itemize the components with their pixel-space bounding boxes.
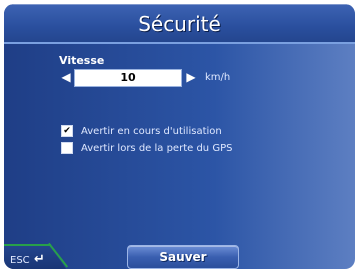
warn-gps-loss-label: Avertir lors de la perte du GPS: [81, 142, 233, 154]
esc-label[interactable]: ESC: [10, 255, 30, 266]
screen: Sécurité Vitesse ◀ 10 ▶ km/h ✔ Avertir e…: [4, 4, 355, 269]
return-arrow-icon[interactable]: ↵: [34, 252, 45, 267]
speed-input[interactable]: 10: [74, 69, 182, 87]
increase-speed-button[interactable]: ▶: [184, 70, 198, 84]
title-bar: Sécurité: [4, 4, 355, 44]
esc-border-top: [4, 244, 51, 246]
warn-gps-loss-option[interactable]: Avertir lors de la perte du GPS: [61, 141, 232, 155]
speed-unit: km/h: [205, 72, 231, 83]
warn-gps-loss-checkbox[interactable]: [61, 142, 73, 154]
warn-in-use-checkbox[interactable]: ✔: [61, 125, 73, 137]
page-title: Sécurité: [138, 12, 221, 36]
left-arrow-icon: ◀: [61, 70, 71, 84]
decrease-speed-button[interactable]: ◀: [59, 70, 73, 84]
right-arrow-icon: ▶: [186, 70, 196, 84]
warn-in-use-label: Avertir en cours d'utilisation: [81, 125, 222, 137]
warn-in-use-option[interactable]: ✔ Avertir en cours d'utilisation: [61, 124, 222, 138]
speed-label: Vitesse: [59, 54, 105, 67]
save-button[interactable]: Sauver: [127, 245, 239, 269]
